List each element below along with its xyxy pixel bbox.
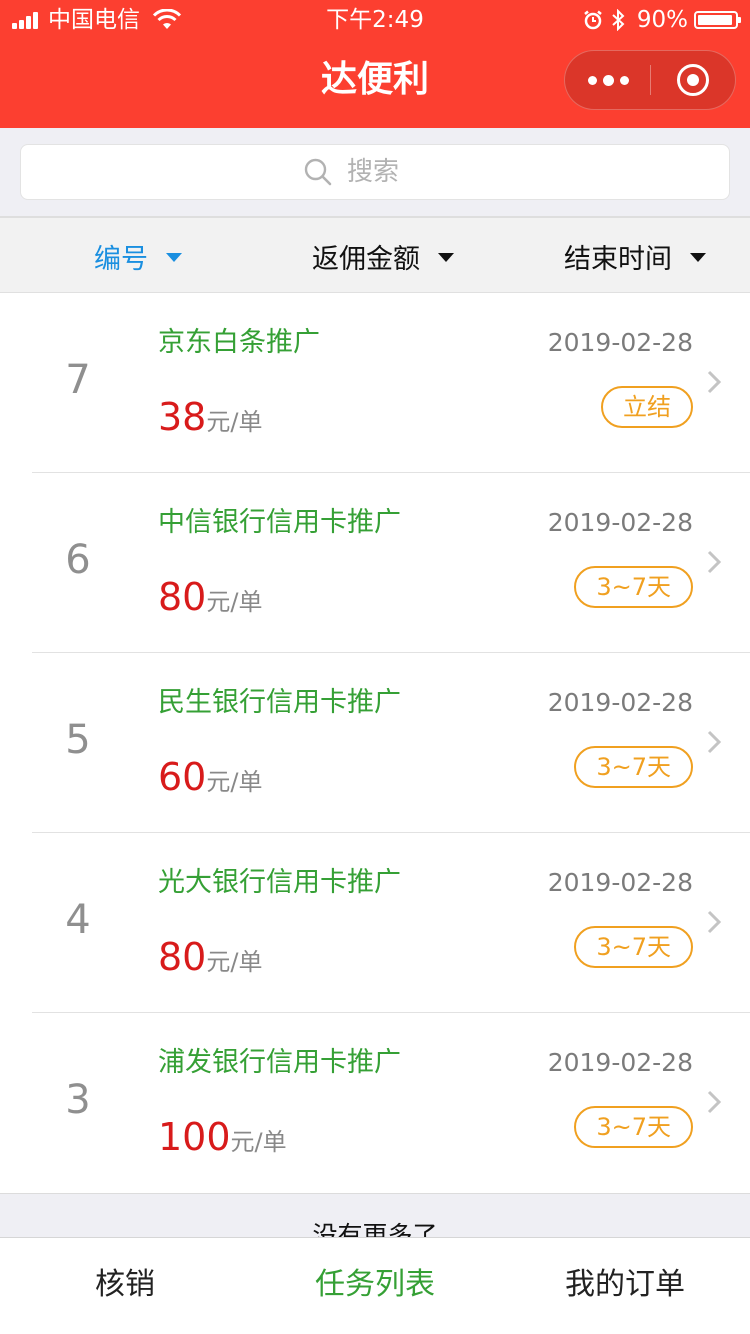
alarm-icon: [584, 10, 602, 30]
settlement-badge: 3~7天: [574, 1106, 693, 1148]
mini-program-capsule: [564, 50, 736, 110]
price-amount: 60: [158, 755, 207, 799]
search-bar: [0, 128, 750, 216]
price-unit: 元/单: [206, 948, 263, 976]
search-input[interactable]: [347, 157, 447, 187]
battery-icon: [694, 11, 741, 29]
task-end-date: 2019-02-28: [547, 1048, 693, 1077]
price-unit: 元/单: [230, 1128, 287, 1156]
task-list: 7 京东白条推广 38元/单 2019-02-28 立结 6 中信银行信用卡推广…: [0, 293, 750, 1193]
status-bar: 中国电信 下午2:49 90%: [0, 0, 750, 40]
chevron-right-icon: [707, 1090, 722, 1114]
task-end-date: 2019-02-28: [547, 868, 693, 897]
task-end-date: 2019-02-28: [547, 688, 693, 717]
sort-label: 返佣金额: [312, 243, 420, 275]
price-amount: 80: [158, 575, 207, 619]
task-row[interactable]: 3 浦发银行信用卡推广 100元/单 2019-02-28 3~7天: [0, 1013, 750, 1193]
price-amount: 38: [158, 395, 207, 439]
price-unit: 元/单: [206, 408, 263, 436]
tab-verify[interactable]: 核销: [0, 1238, 250, 1334]
task-price: 100元/单: [158, 1111, 287, 1171]
task-row[interactable]: 6 中信银行信用卡推广 80元/单 2019-02-28 3~7天: [0, 473, 750, 653]
price-unit: 元/单: [206, 588, 263, 616]
task-title: 中信银行信用卡推广: [158, 507, 401, 538]
price-unit: 元/单: [206, 768, 263, 796]
settlement-badge: 3~7天: [574, 566, 693, 608]
task-price: 60元/单: [158, 751, 262, 811]
task-number: 5: [65, 717, 91, 763]
task-row[interactable]: 4 光大银行信用卡推广 80元/单 2019-02-28 3~7天: [0, 833, 750, 1013]
status-right: 90%: [583, 0, 741, 40]
price-amount: 80: [158, 935, 207, 979]
task-title: 民生银行信用卡推广: [158, 687, 401, 718]
sort-by-commission[interactable]: 返佣金额: [312, 218, 454, 294]
settlement-badge: 3~7天: [574, 746, 693, 788]
task-row[interactable]: 7 京东白条推广 38元/单 2019-02-28 立结: [0, 293, 750, 473]
chevron-right-icon: [707, 550, 722, 574]
task-title: 浦发银行信用卡推广: [158, 1047, 401, 1078]
sort-label: 编号: [94, 243, 148, 275]
battery-percent: 90%: [636, 7, 688, 33]
chevron-right-icon: [707, 730, 722, 754]
tab-bar: 核销 任务列表 我的订单: [0, 1237, 750, 1334]
task-title: 光大银行信用卡推广: [158, 867, 401, 898]
no-more-text: 没有更多了: [312, 1221, 438, 1238]
task-number: 7: [65, 357, 91, 403]
no-more-footer: 没有更多了: [0, 1193, 750, 1238]
more-dots-icon[interactable]: [565, 51, 651, 109]
chevron-right-icon: [707, 370, 722, 394]
task-number: 3: [65, 1077, 91, 1123]
task-number: 4: [65, 897, 91, 943]
sort-by-end-time[interactable]: 结束时间: [564, 218, 706, 294]
sort-label: 结束时间: [564, 243, 672, 275]
search-box[interactable]: [20, 144, 730, 200]
search-icon: [304, 158, 332, 186]
sort-bar: 编号 返佣金额 结束时间: [0, 216, 750, 293]
task-price: 38元/单: [158, 391, 262, 451]
task-title: 京东白条推广: [158, 327, 320, 358]
task-price: 80元/单: [158, 571, 262, 631]
header: 中国电信 下午2:49 90% 达便利: [0, 0, 750, 128]
task-end-date: 2019-02-28: [547, 508, 693, 537]
caret-down-icon: [690, 252, 706, 262]
tab-task-list[interactable]: 任务列表: [250, 1238, 500, 1334]
task-end-date: 2019-02-28: [547, 328, 693, 357]
tab-my-orders[interactable]: 我的订单: [500, 1238, 750, 1334]
target-close-icon[interactable]: [677, 64, 709, 96]
price-amount: 100: [158, 1115, 231, 1159]
capsule-divider: [650, 65, 651, 95]
settlement-badge: 3~7天: [574, 926, 693, 968]
chevron-right-icon: [707, 910, 722, 934]
sort-by-number[interactable]: 编号: [94, 218, 182, 294]
settlement-badge: 立结: [601, 386, 693, 428]
task-number: 6: [65, 537, 91, 583]
caret-down-icon: [438, 252, 454, 262]
task-price: 80元/单: [158, 931, 262, 991]
task-row[interactable]: 5 民生银行信用卡推广 60元/单 2019-02-28 3~7天: [0, 653, 750, 833]
bluetooth-icon: [612, 9, 625, 31]
caret-down-icon: [166, 252, 182, 262]
